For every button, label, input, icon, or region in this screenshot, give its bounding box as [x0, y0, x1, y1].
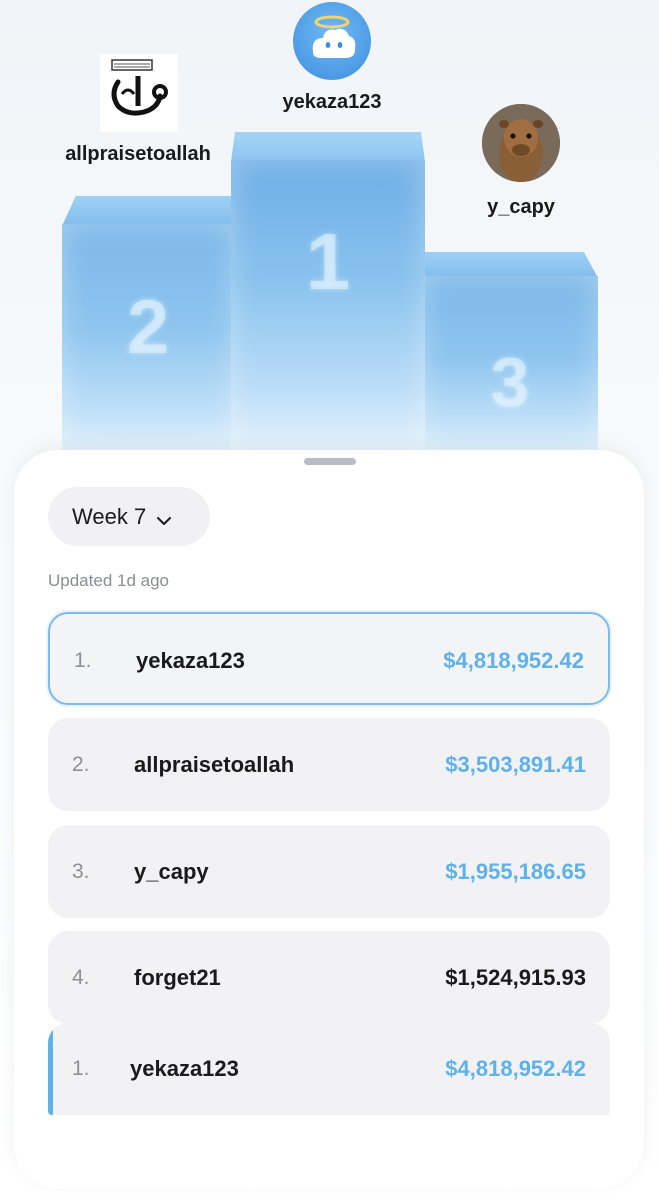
pinned-row-username: yekaza123: [130, 1056, 239, 1081]
row-rank: 3.: [72, 860, 90, 883]
leaderboard-row[interactable]: 2. allpraisetoallah $3,503,891.41: [48, 718, 610, 811]
row-username: allpraisetoallah: [134, 752, 295, 777]
podium-username-first: yekaza123: [282, 91, 382, 113]
podium-block-first: 1: [231, 132, 425, 458]
updated-timestamp: Updated 1d ago: [48, 571, 169, 590]
week-dropdown-button[interactable]: Week 7: [48, 487, 210, 546]
sheet-grabber-handle[interactable]: [304, 458, 356, 465]
podium-rank-third: 3: [490, 343, 530, 421]
podium-rank-first: 1: [305, 217, 351, 306]
pinned-row-accent-bar: [48, 1023, 53, 1115]
pinned-current-user-row[interactable]: 1. yekaza123 $4,818,952.42: [48, 1023, 610, 1115]
podium-username-second: allpraisetoallah: [65, 143, 211, 165]
leaderboard-sheet: Week 7 Updated 1d ago 1. yekaza123 $4,81…: [14, 450, 644, 1188]
row-username: forget21: [134, 965, 221, 990]
row-rank: 1.: [74, 649, 92, 672]
chevron-down-icon: [156, 509, 172, 525]
avatar-second-calligraphy-logo-icon[interactable]: [100, 54, 178, 132]
avatar-third-capybara-photo-icon[interactable]: [482, 104, 560, 182]
podium-rank-second: 2: [126, 285, 170, 370]
podium-block-second: 2: [62, 196, 234, 458]
pinned-row-amount: $4,818,952.42: [445, 1056, 586, 1081]
avatar-first-cloud-halo-icon[interactable]: [293, 2, 371, 80]
leaderboard-row-current-user[interactable]: 1. yekaza123 $4,818,952.42: [48, 612, 610, 705]
row-username: yekaza123: [136, 648, 245, 673]
pinned-row-rank: 1.: [72, 1057, 90, 1080]
row-rank: 4.: [72, 966, 90, 989]
leaderboard-row[interactable]: 3. y_capy $1,955,186.65: [48, 825, 610, 918]
podium-username-third: y_capy: [487, 196, 555, 218]
row-username: y_capy: [134, 859, 209, 884]
podium-block-third: 3: [422, 252, 598, 458]
week-dropdown-label: Week 7: [72, 503, 147, 529]
row-amount: $3,503,891.41: [445, 752, 586, 777]
row-rank: 2.: [72, 753, 90, 776]
row-amount: $1,955,186.65: [445, 859, 586, 884]
leaderboard-row[interactable]: 4. forget21 $1,524,915.93: [48, 931, 610, 1024]
row-amount: $4,818,952.42: [443, 648, 584, 673]
leaderboard-screen: 2 3 1 yekaza123 allpraisetoallah y_capy …: [0, 0, 659, 1200]
row-amount: $1,524,915.93: [445, 965, 586, 990]
